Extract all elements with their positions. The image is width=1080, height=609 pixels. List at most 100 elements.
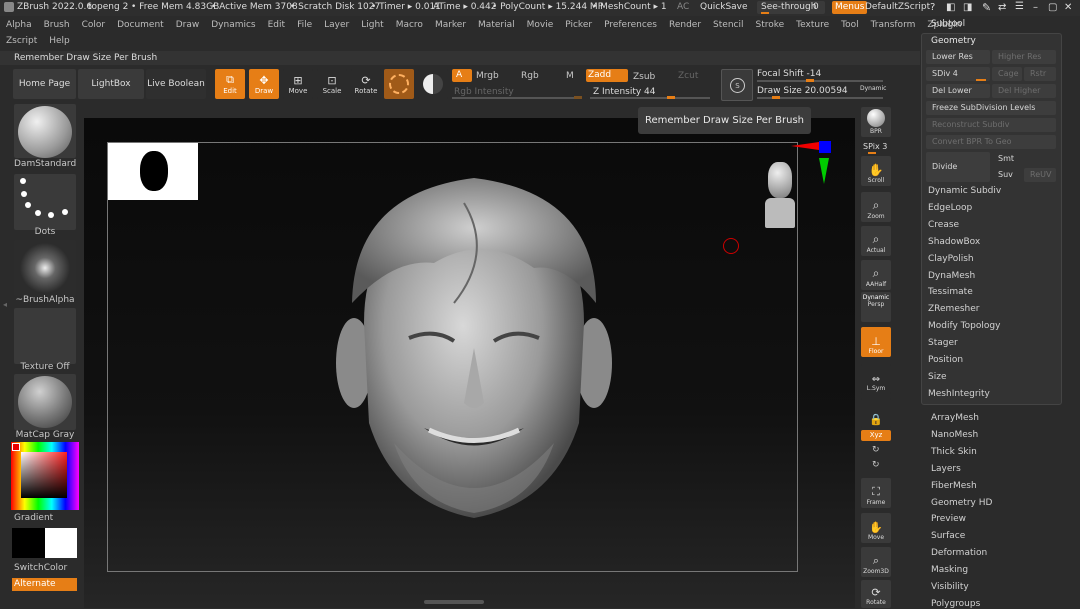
subpalette-visibility[interactable]: Visibility [931, 582, 969, 592]
subpalette-nanomesh[interactable]: NanoMesh [931, 430, 978, 440]
left-collapse-icon[interactable]: ◂ [3, 300, 7, 309]
rstr-button[interactable]: Rstr [1024, 67, 1056, 81]
brush-icon[interactable]: ✎ [982, 1, 991, 14]
scale-button[interactable]: ⊡ Scale [317, 69, 347, 99]
panel-right-icon[interactable]: ◨ [963, 2, 972, 13]
geometry-item-tessimate[interactable]: Tessimate [928, 287, 973, 297]
actual-button[interactable]: ⌕ Actual [861, 226, 891, 256]
stroke-preview-button[interactable]: S [721, 69, 753, 101]
menu-edit[interactable]: Edit [268, 20, 285, 30]
menu-help[interactable]: Help [49, 36, 70, 46]
color-square[interactable] [21, 452, 67, 498]
subpalette-deformation[interactable]: Deformation [931, 548, 987, 558]
alternate-button[interactable]: Alternate [12, 578, 77, 591]
del-lower-button[interactable]: Del Lower [926, 84, 990, 98]
frame-button[interactable]: ⛶ Frame [861, 478, 891, 508]
subpalette-preview[interactable]: Preview [931, 514, 966, 524]
lower-res-button[interactable]: Lower Res [926, 50, 990, 64]
rotate-view-button[interactable]: ⟳ Rotate [861, 580, 891, 608]
bottom-collapse-handle[interactable] [424, 600, 484, 604]
primary-color-swatch[interactable] [45, 528, 77, 558]
maximize-icon[interactable]: ▢ [1048, 2, 1057, 13]
menu-transform[interactable]: Transform [871, 20, 916, 30]
floor-button[interactable]: ⊥ Floor [861, 327, 891, 357]
help-icon[interactable]: ? [930, 2, 935, 13]
texture-thumbnail[interactable] [14, 308, 76, 364]
rgb-intensity-knob[interactable] [574, 96, 582, 99]
geometry-item-edgeloop[interactable]: EdgeLoop [928, 203, 972, 213]
reconstruct-subdiv-button[interactable]: Reconstruct Subdiv [926, 118, 1056, 132]
home-page-button[interactable]: Home Page [13, 69, 76, 99]
focal-shift-slider[interactable] [757, 80, 883, 82]
see-through-slider[interactable]: See-through 0 [757, 1, 825, 14]
zadd-button[interactable]: Zadd [586, 69, 628, 82]
minimize-icon[interactable]: – [1033, 2, 1038, 13]
quicksave-button[interactable]: QuickSave [700, 2, 748, 12]
ac-label[interactable]: AC [677, 2, 689, 12]
subtool-header[interactable]: Subtool [931, 19, 965, 29]
live-boolean-button[interactable]: Live Boolean [146, 69, 206, 99]
head-model[interactable] [334, 173, 614, 523]
lsym-button[interactable]: ⇔ L.Sym [861, 364, 891, 394]
aahalf-button[interactable]: ⌕ AAHalf [861, 260, 891, 290]
subpalette-thick-skin[interactable]: Thick Skin [931, 447, 977, 457]
subpalette-polygroups[interactable]: Polygroups [931, 599, 980, 609]
rgb-intensity-slider[interactable] [452, 97, 582, 99]
focal-shift-knob[interactable] [806, 79, 814, 82]
geometry-header[interactable]: Geometry [931, 36, 976, 46]
subpalette-geometry-hd[interactable]: Geometry HD [931, 498, 992, 508]
menu-marker[interactable]: Marker [435, 20, 466, 30]
zoom3d-button[interactable]: ⌕ Zoom3D [861, 547, 891, 577]
divide-button[interactable]: Divide [926, 152, 990, 182]
material-thumbnail[interactable] [14, 374, 76, 430]
del-higher-button[interactable]: Del Higher [992, 84, 1056, 98]
bpr-button[interactable]: BPR [861, 107, 891, 137]
spix-slider[interactable]: SPix 3 [863, 142, 887, 151]
subpalette-masking[interactable]: Masking [931, 565, 968, 575]
geometry-item-stager[interactable]: Stager [928, 338, 958, 348]
geometry-item-modify-topology[interactable]: Modify Topology [928, 321, 1000, 331]
menu-tool[interactable]: Tool [841, 20, 858, 30]
geometry-item-size[interactable]: Size [928, 372, 946, 382]
draw-button[interactable]: ✥ Draw [249, 69, 279, 99]
draw-size-knob[interactable] [772, 96, 780, 99]
brush-thumbnail[interactable] [14, 104, 76, 158]
material-toggle[interactable] [418, 69, 448, 99]
lock-button[interactable]: 🔒 [861, 398, 891, 428]
close-icon[interactable]: ✕ [1064, 2, 1072, 13]
color-picker[interactable] [11, 442, 79, 510]
subpalette-arraymesh[interactable]: ArrayMesh [931, 413, 979, 423]
switch-color-button[interactable]: SwitchColor [14, 563, 67, 573]
rotate-button[interactable]: ⟳ Rotate [351, 69, 381, 99]
panel-left-icon[interactable]: ◧ [946, 2, 955, 13]
geometry-item-position[interactable]: Position [928, 355, 963, 365]
menu-preferences[interactable]: Preferences [604, 20, 657, 30]
menus-button[interactable]: Menus [832, 1, 868, 14]
menu-stencil[interactable]: Stencil [713, 20, 743, 30]
geometry-item-claypolish[interactable]: ClayPolish [928, 254, 974, 264]
lightbox-button[interactable]: LightBox [78, 69, 144, 99]
canvas-viewport[interactable] [84, 118, 855, 608]
sculptris-button[interactable] [384, 69, 414, 99]
menu-light[interactable]: Light [361, 20, 383, 30]
alpha-thumbnail[interactable] [14, 240, 76, 296]
m-button[interactable]: M [566, 71, 574, 81]
main-color-swatch[interactable] [12, 443, 20, 451]
geometry-item-meshintegrity[interactable]: MeshIntegrity [928, 389, 990, 399]
rotate-z-icon[interactable]: ↻ [872, 460, 880, 470]
secondary-color-swatch[interactable] [12, 528, 45, 558]
z-intensity-slider[interactable] [590, 97, 710, 99]
arrows-icon[interactable]: ⇄ [998, 2, 1006, 13]
geometry-item-shadowbox[interactable]: ShadowBox [928, 237, 980, 247]
menu-render[interactable]: Render [669, 20, 701, 30]
persp-button[interactable]: Dynamic Persp [861, 292, 891, 322]
smt-toggle[interactable]: Smt [992, 152, 1056, 166]
geometry-item-dynamic-subdiv[interactable]: Dynamic Subdiv [928, 186, 1001, 196]
subpalette-layers[interactable]: Layers [931, 464, 961, 474]
menu-alpha[interactable]: Alpha [6, 20, 32, 30]
subpalette-surface[interactable]: Surface [931, 531, 965, 541]
menu-draw[interactable]: Draw [176, 20, 200, 30]
menu-material[interactable]: Material [478, 20, 515, 30]
move-button[interactable]: ⊞ Move [283, 69, 313, 99]
geometry-item-dynamesh[interactable]: DynaMesh [928, 271, 975, 281]
